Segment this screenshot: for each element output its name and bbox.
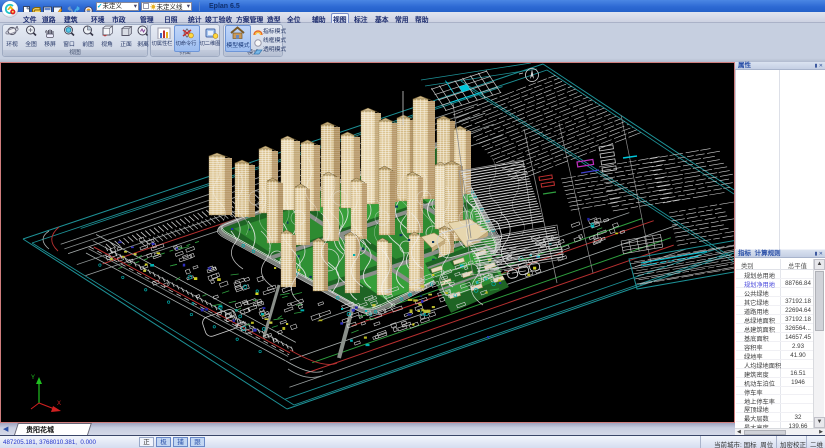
svg-text:X: X — [57, 401, 61, 407]
svg-text:Y: Y — [31, 375, 35, 381]
